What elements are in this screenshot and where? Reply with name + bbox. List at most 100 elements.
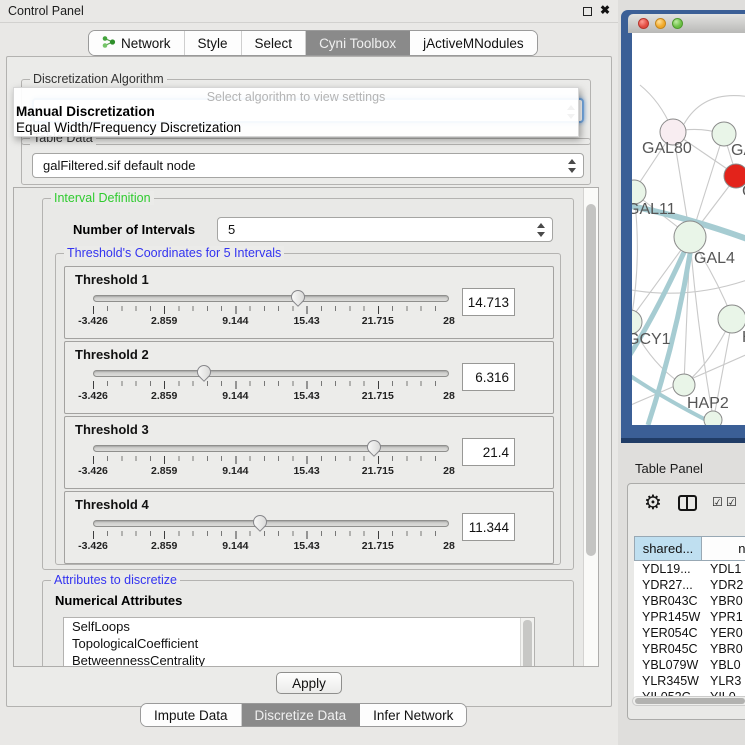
network-node[interactable] — [673, 374, 695, 396]
table-row[interactable]: YBR043CYBR0 — [634, 593, 745, 609]
tick-label: -3.426 — [78, 540, 108, 552]
network-window-titlebar[interactable] — [628, 14, 745, 33]
top-tab-bar: Network Style Select Cyni Toolbox jActiv… — [88, 30, 538, 56]
numerical-attributes-list[interactable]: SelfLoopsTopologicalCoefficientBetweenne… — [63, 617, 535, 667]
tab-jactivemnodules[interactable]: jActiveMNodules — [410, 31, 537, 55]
threshold-slider-thumb[interactable] — [250, 512, 270, 532]
network-node-label: HAP2 — [687, 395, 729, 412]
table-row[interactable]: YBR045CYBR0 — [634, 641, 745, 657]
attribute-item[interactable]: BetweennessCentrality — [64, 652, 534, 667]
threshold-slider[interactable]: -3.4262.8599.14415.4321.71528 — [93, 520, 449, 553]
tab-cyni-toolbox[interactable]: Cyni Toolbox — [306, 31, 410, 55]
network-edge — [684, 96, 745, 124]
dropdown-option-equal-width-frequency[interactable]: Equal Width/Frequency Discretization — [16, 120, 241, 135]
threshold-label: Threshold 2 — [75, 347, 149, 362]
network-canvas-svg[interactable]: GAL80GACGAL11GAL4GCY1HHAP2 — [632, 33, 745, 425]
threshold-value-field[interactable]: 6.316 — [462, 363, 515, 391]
gear-icon[interactable]: ⚙ — [644, 490, 662, 515]
scrollbar-thumb[interactable] — [523, 620, 532, 667]
number-of-intervals-select[interactable]: 5 — [217, 217, 553, 242]
column-header-name[interactable]: na — [702, 536, 745, 561]
table-row[interactable]: YBL079WYBL0 — [634, 657, 745, 673]
tick-label: 21.715 — [362, 540, 394, 552]
interval-definition-group: Interval Definition Number of Intervals … — [42, 198, 574, 570]
slider-ticks — [93, 456, 449, 464]
slider-tick-labels: -3.4262.8599.14415.4321.71528 — [93, 390, 449, 403]
column-header-shared-name[interactable]: shared... — [634, 536, 702, 561]
table-horizontal-scrollbar[interactable] — [632, 696, 745, 706]
group-title: Interval Definition — [51, 191, 154, 205]
tick-label: 15.43 — [293, 390, 319, 402]
slider-track[interactable] — [93, 520, 449, 527]
split-view-icon[interactable] — [678, 495, 697, 511]
table-row[interactable]: YDR27...YDR2 — [634, 577, 745, 593]
threshold-value-field[interactable]: 14.713 — [462, 288, 515, 316]
bottom-tab-bar: Impute Data Discretize Data Infer Networ… — [140, 703, 467, 727]
table-row[interactable]: YER054CYER0 — [634, 625, 745, 641]
table-cell: YLR345W — [634, 674, 702, 688]
settings-vertical-scrollbar[interactable] — [583, 188, 598, 666]
tick-label: -3.426 — [78, 465, 108, 477]
tab-impute-data[interactable]: Impute Data — [141, 704, 242, 726]
tab-infer-network[interactable]: Infer Network — [360, 704, 466, 726]
control-panel: Control Panel ✖ Network Style Select Cyn… — [0, 0, 618, 745]
threshold-slider[interactable]: -3.4262.8599.14415.4321.71528 — [93, 445, 449, 478]
scrollbar-thumb[interactable] — [586, 204, 596, 556]
slider-track[interactable] — [93, 445, 449, 452]
tab-discretize-data[interactable]: Discretize Data — [242, 704, 361, 726]
table-cell: YBR043C — [634, 594, 702, 608]
checkbox-icon[interactable]: ☑ — [726, 495, 737, 509]
threshold-label: Threshold 3 — [75, 422, 149, 437]
apply-button[interactable]: Apply — [276, 672, 342, 694]
control-panel-title: Control Panel — [8, 4, 84, 18]
tab-select[interactable]: Select — [242, 31, 307, 55]
threshold-slider-thumb[interactable] — [364, 437, 384, 457]
attributes-scrollbar[interactable] — [520, 618, 534, 667]
tab-style[interactable]: Style — [185, 31, 242, 55]
network-node[interactable] — [674, 221, 706, 253]
dropdown-option-manual-discretization[interactable]: Manual Discretization — [16, 104, 155, 119]
traffic-light-minimize-icon[interactable] — [655, 18, 666, 29]
checkbox-icon[interactable]: ☑ — [712, 495, 723, 509]
group-title: Threshold's Coordinates for 5 Intervals — [64, 246, 284, 260]
close-panel-icon[interactable]: ✖ — [600, 3, 610, 17]
slider-track[interactable] — [93, 370, 449, 377]
slider-track[interactable] — [93, 295, 449, 302]
tick-label: 9.144 — [222, 465, 248, 477]
attribute-item[interactable]: SelfLoops — [64, 618, 534, 635]
number-of-intervals-value: 5 — [228, 222, 235, 237]
tab-network[interactable]: Network — [89, 31, 185, 55]
table-header-row: shared... na — [634, 536, 745, 561]
tick-label: 9.144 — [222, 390, 248, 402]
table-row[interactable]: YPR145WYPR1 — [634, 609, 745, 625]
traffic-light-close-icon[interactable] — [638, 18, 649, 29]
table-row[interactable]: YLR345WYLR3 — [634, 673, 745, 689]
threshold-slider-thumb[interactable] — [288, 287, 308, 307]
table-cell: YPR145W — [634, 610, 702, 624]
table-cell: YBL0 — [702, 658, 741, 672]
algorithm-dropdown-popup: Select algorithm to view settings Manual… — [13, 87, 579, 137]
tick-label: 2.859 — [151, 315, 177, 327]
tab-label: Discretize Data — [255, 708, 347, 723]
threshold-value-field[interactable]: 21.4 — [462, 438, 515, 466]
tick-label: 28 — [443, 390, 455, 402]
threshold-slider[interactable]: -3.4262.8599.14415.4321.71528 — [93, 370, 449, 403]
network-node[interactable] — [704, 411, 722, 425]
scrollbar-thumb[interactable] — [635, 698, 745, 704]
network-node[interactable] — [718, 305, 745, 333]
tick-label: 15.43 — [293, 540, 319, 552]
threshold-value-field[interactable]: 11.344 — [462, 513, 515, 541]
traffic-light-zoom-icon[interactable] — [672, 18, 683, 29]
tick-label: 21.715 — [362, 390, 394, 402]
dropdown-header: Select algorithm to view settings — [14, 90, 578, 104]
tick-label: 21.715 — [362, 315, 394, 327]
table-row[interactable]: YDL19...YDL1 — [634, 561, 745, 577]
table-cell: YDR27... — [634, 578, 702, 592]
table-data-select[interactable]: galFiltered.sif default node — [32, 153, 584, 178]
network-canvas[interactable]: GAL80GACGAL11GAL4GCY1HHAP2 — [632, 33, 745, 425]
threshold-slider-thumb[interactable] — [194, 362, 214, 382]
attribute-item[interactable]: TopologicalCoefficient — [64, 635, 534, 652]
float-panel-icon[interactable] — [583, 7, 592, 16]
tick-label: 15.43 — [293, 465, 319, 477]
threshold-slider[interactable]: -3.4262.8599.14415.4321.71528 — [93, 295, 449, 328]
